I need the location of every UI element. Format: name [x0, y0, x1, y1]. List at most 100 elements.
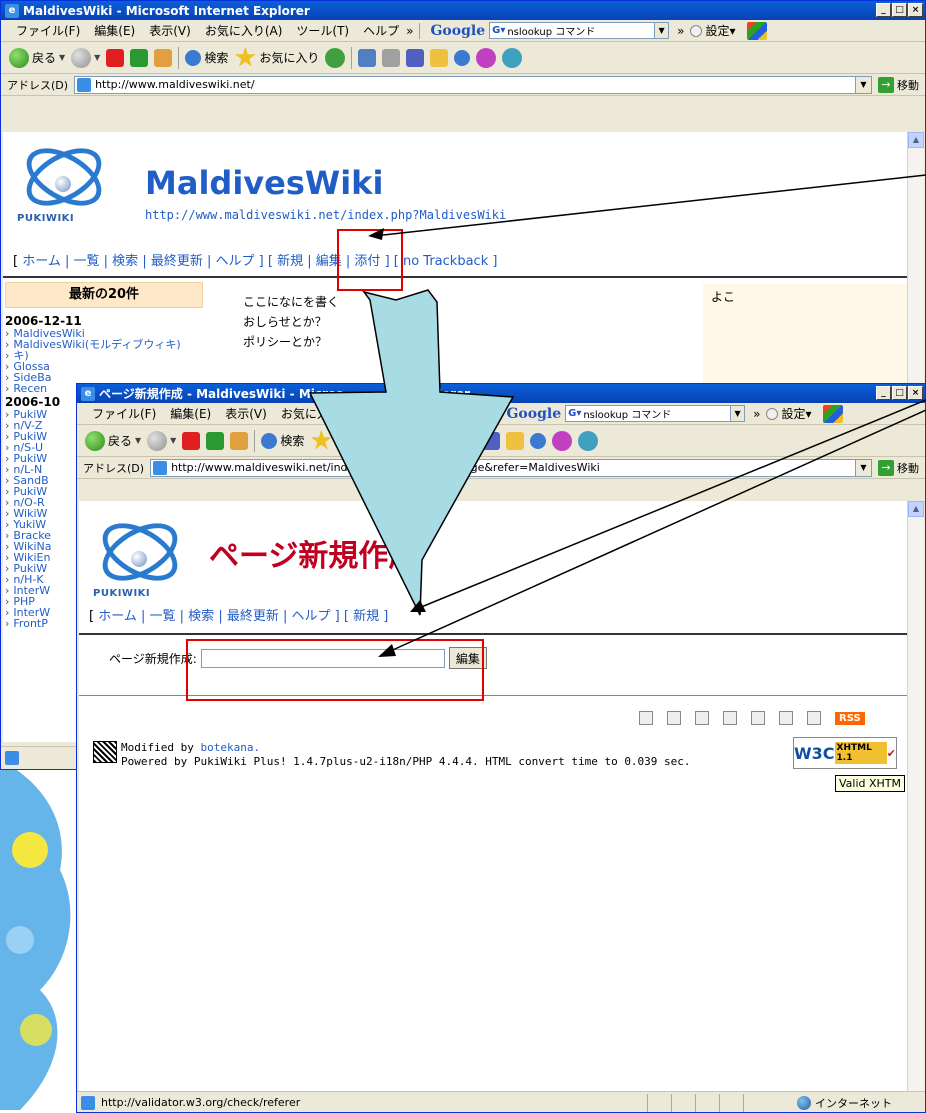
settings-button[interactable]: 設定▾ — [684, 22, 741, 39]
edit-icon[interactable] — [406, 48, 425, 67]
scroll-up-icon[interactable]: ▲ — [908, 132, 924, 148]
list-item[interactable]: MaldivesWiki(モルディブウィキ) — [5, 339, 213, 350]
nav-search[interactable]: 検索 — [112, 254, 138, 269]
nav-help[interactable]: ヘルプ — [292, 609, 331, 624]
diff-icon[interactable] — [723, 711, 737, 725]
rss-button[interactable]: RSS — [835, 711, 865, 725]
back-window-titlebar[interactable]: e MaldivesWiki - Microsoft Internet Expl… — [1, 1, 925, 20]
research-icon[interactable] — [530, 432, 547, 449]
media-icon[interactable] — [401, 430, 422, 451]
menu-edit[interactable]: 編集(E) — [163, 405, 218, 422]
menu-favorites[interactable]: お気に入り(A) — [198, 22, 290, 39]
w3c-xhtml-badge[interactable]: W3C XHTML 1.1 ✔ — [793, 737, 897, 769]
menu-more[interactable]: » — [677, 24, 684, 38]
home-icon[interactable] — [154, 48, 173, 67]
menu-view[interactable]: 表示(V) — [218, 405, 274, 422]
menu-tools[interactable]: ツール(T) — [289, 22, 356, 39]
dropdown-arrow-icon[interactable]: ▼ — [855, 459, 871, 476]
google-search-box[interactable]: G▾ nslookup コマンド ▼ — [565, 405, 746, 422]
favorites-button[interactable]: お気に入り — [310, 429, 395, 452]
contacts-icon[interactable] — [502, 47, 523, 68]
nav-trackback[interactable]: no Trackback — [403, 254, 488, 269]
zoom-icon[interactable] — [695, 711, 709, 725]
go-button[interactable]: → 移動 — [878, 76, 925, 93]
minimize-icon[interactable]: _ — [876, 3, 891, 17]
footer-icon-bar: RSS — [639, 711, 865, 725]
favorites-button[interactable]: お気に入り — [234, 46, 319, 69]
dropdown-arrow-icon[interactable]: ▼ — [855, 76, 871, 93]
menu-help[interactable]: ヘルプ — [356, 22, 406, 39]
nav-help[interactable]: ヘルプ — [216, 254, 255, 269]
edit-icon[interactable] — [482, 431, 501, 450]
search-button[interactable]: 検索 — [261, 432, 304, 449]
print-icon[interactable] — [382, 48, 401, 67]
forward-button[interactable]: ▼ — [147, 430, 176, 451]
settings-button[interactable]: 設定▾ — [760, 405, 817, 422]
home-icon[interactable] — [639, 711, 653, 725]
reload-icon[interactable] — [779, 711, 793, 725]
menu-favorites[interactable]: お気に入り(A) — [274, 405, 366, 422]
menu-file[interactable]: ファイル(F) — [85, 405, 163, 422]
menu-more[interactable]: » — [406, 24, 413, 38]
messenger-icon[interactable] — [476, 47, 497, 68]
site-title[interactable]: MaldivesWiki — [145, 164, 506, 202]
mail-icon[interactable] — [358, 48, 377, 67]
front-address-field[interactable]: http://www.maldiveswiki.net/index.php?pl… — [150, 458, 872, 477]
close-icon[interactable]: × — [908, 3, 923, 17]
folder-icon[interactable] — [430, 48, 449, 67]
nav-home[interactable]: ホーム — [98, 609, 137, 624]
nav-new[interactable]: 新規 — [353, 609, 379, 624]
mail-icon[interactable] — [434, 431, 453, 450]
dropdown-arrow-icon[interactable]: ▼ — [654, 23, 669, 38]
site-url[interactable]: http://www.maldiveswiki.net/index.php?Ma… — [145, 208, 506, 222]
nav-search[interactable]: 検索 — [188, 609, 214, 624]
minimize-icon[interactable]: _ — [876, 386, 891, 400]
research-icon[interactable] — [454, 49, 471, 66]
body-line: ポリシーとか？ — [243, 335, 328, 349]
messenger-icon[interactable] — [552, 430, 573, 451]
menu-help[interactable]: ヘルプ — [432, 405, 482, 422]
backup-icon[interactable] — [751, 711, 765, 725]
nav-recent[interactable]: 最終更新 — [227, 609, 279, 624]
menu-view[interactable]: 表示(V) — [142, 22, 198, 39]
go-button[interactable]: → 移動 — [878, 459, 925, 476]
page-icon[interactable] — [807, 711, 821, 725]
front-window-titlebar[interactable]: e ページ新規作成 - MaldivesWiki - Micros t Expl… — [77, 384, 925, 403]
refresh-icon[interactable] — [206, 431, 225, 450]
contacts-icon[interactable] — [578, 430, 599, 451]
google-search-box[interactable]: G▾ nslookup コマンド ▼ — [489, 22, 670, 39]
menu-more[interactable]: » — [482, 407, 489, 421]
nav-recent[interactable]: 最終更新 — [151, 254, 203, 269]
maximize-icon[interactable]: □ — [892, 3, 907, 17]
menu-tools[interactable]: ツール(T) — [365, 405, 432, 422]
close-icon[interactable]: × — [908, 386, 923, 400]
nav-list[interactable]: 一覧 — [150, 609, 176, 624]
refresh-icon[interactable] — [130, 48, 149, 67]
print-icon[interactable] — [458, 431, 477, 450]
nav-list[interactable]: 一覧 — [74, 254, 100, 269]
forward-button[interactable]: ▼ — [71, 47, 100, 68]
menu-edit[interactable]: 編集(E) — [87, 22, 142, 39]
menu-more[interactable]: » — [753, 407, 760, 421]
copy-icon[interactable] — [667, 711, 681, 725]
maximize-icon[interactable]: □ — [892, 386, 907, 400]
home-icon[interactable] — [230, 431, 249, 450]
media-icon[interactable] — [325, 47, 346, 68]
modified-user-link[interactable]: botekana. — [200, 741, 260, 754]
back-address-field[interactable]: http://www.maldiveswiki.net/ ▼ — [74, 75, 872, 94]
dropdown-arrow-icon[interactable]: ▼ — [730, 406, 745, 421]
menu-file[interactable]: ファイル(F) — [9, 22, 87, 39]
divider — [419, 22, 421, 39]
back-button[interactable]: 戻る ▼ — [85, 430, 141, 451]
nav-new[interactable]: 新規 — [277, 254, 303, 269]
nav-home[interactable]: ホーム — [22, 254, 61, 269]
search-button[interactable]: 検索 — [185, 49, 228, 66]
scroll-up-icon[interactable]: ▲ — [908, 501, 924, 517]
front-vertical-scrollbar[interactable]: ▲ — [907, 501, 924, 1091]
back-button[interactable]: 戻る ▼ — [9, 47, 65, 68]
front-page-content: PUKIWIKI ページ新規作成 [ ホーム | 一覧 | 検索 | 最終更新 … — [79, 501, 907, 1091]
stop-icon[interactable] — [182, 431, 201, 450]
google-g-icon: G▾ — [568, 408, 582, 419]
folder-icon[interactable] — [506, 431, 525, 450]
stop-icon[interactable] — [106, 48, 125, 67]
